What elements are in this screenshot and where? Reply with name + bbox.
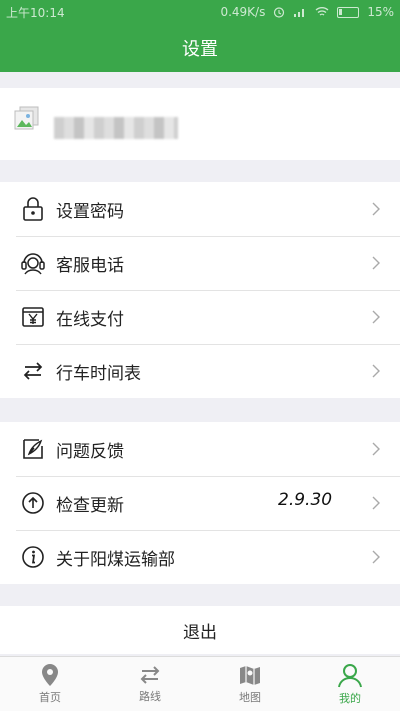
menu-item-about[interactable]: 关于阳煤运输部 <box>0 530 400 584</box>
wifi-icon <box>315 7 329 16</box>
menu-item-label: 问题反馈 <box>56 441 124 462</box>
location-pin-icon <box>42 664 58 686</box>
update-arrow-icon <box>20 490 46 516</box>
logout-button[interactable]: 退出 <box>0 606 400 654</box>
chevron-right-icon <box>372 496 380 510</box>
settings-group-account: 设置密码 客服电话 在线支付 行车时间表 <box>0 182 400 398</box>
menu-item-check-update[interactable]: 检查更新 2.9.30 <box>0 476 400 530</box>
user-icon <box>338 664 362 688</box>
headset-icon <box>20 250 46 276</box>
page-title: 设置 <box>182 39 218 60</box>
status-bar: 上午10:14 0.49K/s 15% <box>0 0 400 24</box>
feedback-pen-icon <box>20 436 46 462</box>
tab-label: 我的 <box>339 692 361 705</box>
profile-card[interactable] <box>0 88 400 160</box>
menu-item-online-payment[interactable]: 在线支付 <box>0 290 400 344</box>
bottom-tab-bar: 首页 路线 地图 我的 <box>0 656 400 711</box>
chevron-right-icon <box>372 310 380 324</box>
map-icon <box>240 666 260 685</box>
network-speed: 0.49K/s <box>220 5 266 19</box>
app-header: 上午10:14 0.49K/s 15% 设置 <box>0 0 400 72</box>
app-version: 2.9.30 <box>278 490 333 510</box>
menu-item-label: 设置密码 <box>56 201 124 222</box>
swap-arrows-icon <box>20 358 46 384</box>
menu-item-customer-service[interactable]: 客服电话 <box>0 236 400 290</box>
chevron-right-icon <box>372 442 380 456</box>
yen-payment-icon <box>20 304 46 330</box>
chevron-right-icon <box>372 550 380 564</box>
tab-route[interactable]: 路线 <box>100 657 200 711</box>
battery-icon <box>337 6 360 18</box>
user-name-blurred <box>54 117 178 139</box>
route-icon <box>140 666 160 684</box>
status-time: 上午10:14 <box>6 5 65 20</box>
menu-item-label: 关于阳煤运输部 <box>56 549 175 570</box>
chevron-right-icon <box>372 364 380 378</box>
menu-item-feedback[interactable]: 问题反馈 <box>0 422 400 476</box>
menu-item-label: 在线支付 <box>56 309 124 330</box>
tab-label: 首页 <box>39 691 61 704</box>
menu-item-label: 检查更新 <box>56 495 124 516</box>
tab-home[interactable]: 首页 <box>0 657 100 711</box>
image-placeholder-icon <box>12 105 42 133</box>
info-icon <box>20 544 46 570</box>
menu-item-label: 行车时间表 <box>56 363 141 384</box>
chevron-right-icon <box>372 202 380 216</box>
alarm-icon <box>274 7 285 18</box>
tab-map[interactable]: 地图 <box>200 657 300 711</box>
lock-icon <box>20 196 46 222</box>
menu-item-set-password[interactable]: 设置密码 <box>0 182 400 236</box>
menu-item-label: 客服电话 <box>56 255 124 276</box>
tab-mine[interactable]: 我的 <box>300 657 400 711</box>
chevron-right-icon <box>372 256 380 270</box>
settings-group-app: 问题反馈 检查更新 2.9.30 关于阳煤运输部 <box>0 422 400 584</box>
menu-item-timetable[interactable]: 行车时间表 <box>0 344 400 398</box>
tab-label: 地图 <box>239 691 261 704</box>
battery-level: 15% <box>367 5 394 19</box>
signal-icon <box>294 9 305 17</box>
tab-label: 路线 <box>139 690 161 703</box>
